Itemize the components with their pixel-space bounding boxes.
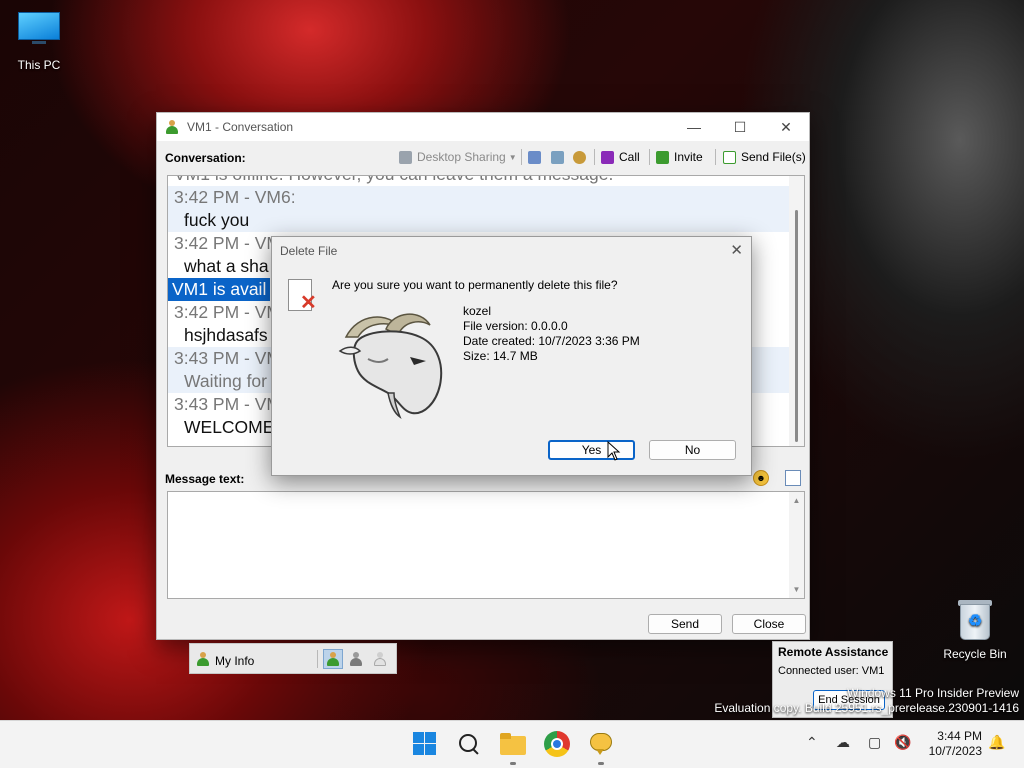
messenger-icon[interactable] bbox=[588, 731, 614, 757]
delete-file-dialog: Delete File ✕ ✕ Are you sure you want to… bbox=[271, 236, 752, 476]
taskbar: ⌃ ☁ ▢ 🔇 3:44 PM 10/7/2023 🔔 bbox=[0, 720, 1024, 768]
file-size: Size: 14.7 MB bbox=[463, 349, 538, 363]
desktop-sharing-icon bbox=[399, 150, 412, 164]
my-info-bar: My Info bbox=[189, 643, 397, 674]
volume-muted-icon[interactable]: 🔇 bbox=[894, 734, 911, 751]
file-date-created: Date created: 10/7/2023 3:36 PM bbox=[463, 334, 640, 348]
settings-icon[interactable] bbox=[573, 147, 591, 167]
windows-watermark-line1: Windows 11 Pro Insider Preview bbox=[847, 686, 1019, 700]
chat-line: 3:42 PM - VM6: bbox=[168, 186, 804, 209]
desktop-sharing-button[interactable]: Desktop Sharing ▼ bbox=[399, 147, 517, 167]
chat-scrollbar[interactable] bbox=[789, 176, 804, 446]
chat-line: fuck you bbox=[168, 209, 804, 232]
file-version: File version: 0.0.0.0 bbox=[463, 319, 568, 333]
format-icon[interactable] bbox=[785, 470, 801, 486]
contact-icon bbox=[165, 120, 179, 134]
delete-file-icon: ✕ bbox=[288, 279, 317, 313]
message-text-label: Message text: bbox=[165, 472, 245, 486]
desktop-icon-this-pc[interactable]: This PC bbox=[1, 12, 77, 72]
onedrive-icon[interactable]: ☁ bbox=[836, 734, 850, 751]
invite-button[interactable]: Invite bbox=[656, 147, 703, 167]
message-scrollbar[interactable]: ▲ ▼ bbox=[789, 492, 804, 598]
status-offline-icon[interactable] bbox=[373, 652, 387, 669]
invite-icon bbox=[656, 150, 669, 164]
my-info-label[interactable]: My Info bbox=[215, 654, 254, 668]
no-button[interactable]: No bbox=[649, 440, 736, 460]
desktop-icon-recycle-bin[interactable]: ♻ Recycle Bin bbox=[937, 598, 1013, 661]
my-info-icon bbox=[196, 652, 210, 669]
network-icon[interactable]: ▢ bbox=[868, 734, 881, 751]
file-name: kozel bbox=[463, 304, 492, 318]
goat-file-icon bbox=[338, 313, 443, 419]
window-title: VM1 - Conversation bbox=[187, 120, 294, 134]
send-button[interactable]: Send bbox=[648, 614, 722, 634]
clock-time: 3:44 PM bbox=[937, 729, 982, 743]
close-window-button[interactable]: ✕ bbox=[763, 113, 809, 141]
recycle-bin-icon: ♻ bbox=[958, 598, 992, 640]
message-input[interactable]: ▲ ▼ bbox=[167, 491, 805, 599]
chevron-down-icon: ▼ bbox=[508, 152, 517, 162]
taskbar-clock[interactable]: 3:44 PM 10/7/2023 bbox=[929, 729, 982, 759]
connected-user: Connected user: VM1 bbox=[778, 665, 885, 677]
remote-assistance-title: Remote Assistance bbox=[778, 645, 889, 659]
history-icon[interactable] bbox=[528, 147, 546, 167]
mouse-cursor-icon bbox=[607, 441, 621, 461]
file-explorer-icon[interactable] bbox=[500, 731, 526, 757]
dialog-close-icon[interactable]: ✕ bbox=[730, 241, 743, 259]
delete-question: Are you sure you want to permanently del… bbox=[332, 278, 618, 292]
monitor-icon bbox=[18, 12, 60, 44]
minimize-button[interactable]: — bbox=[671, 113, 717, 141]
chrome-icon[interactable] bbox=[544, 731, 570, 757]
send-file-icon bbox=[723, 150, 736, 164]
file-details: kozel File version: 0.0.0.0 Date created… bbox=[463, 304, 640, 364]
start-icon[interactable] bbox=[412, 731, 438, 757]
clock-date: 10/7/2023 bbox=[928, 744, 982, 758]
video-call-icon bbox=[601, 150, 614, 164]
contacts-icon[interactable] bbox=[551, 147, 569, 167]
conversation-label: Conversation: bbox=[165, 151, 246, 165]
emoticon-icon[interactable]: ☻ bbox=[753, 470, 769, 486]
send-files-button[interactable]: Send File(s) bbox=[723, 147, 806, 167]
search-icon[interactable] bbox=[456, 731, 482, 757]
this-pc-label: This PC bbox=[17, 58, 61, 72]
chat-line-status: VM1 is avail bbox=[168, 278, 271, 301]
windows-watermark-line2: Evaluation copy. Build 25951.rs_prerelea… bbox=[714, 701, 1019, 715]
recycle-bin-label: Recycle Bin bbox=[943, 647, 1007, 661]
window-titlebar[interactable]: VM1 - Conversation — ☐ ✕ bbox=[157, 113, 809, 141]
notification-bell-icon[interactable]: 🔔 bbox=[988, 734, 1005, 751]
maximize-button[interactable]: ☐ bbox=[717, 113, 763, 141]
call-button[interactable]: Call bbox=[601, 147, 640, 167]
chat-line: VM1 is offline. However, you can leave t… bbox=[168, 176, 804, 186]
status-online-icon[interactable] bbox=[323, 649, 343, 669]
close-button[interactable]: Close bbox=[732, 614, 806, 634]
status-away-icon[interactable] bbox=[349, 652, 363, 669]
yes-button[interactable]: Yes bbox=[548, 440, 635, 460]
show-hidden-icons-icon[interactable]: ⌃ bbox=[806, 734, 818, 751]
dialog-title: Delete File bbox=[280, 244, 338, 258]
conversation-toolbar: Conversation: Desktop Sharing ▼ Call Inv… bbox=[157, 145, 809, 169]
